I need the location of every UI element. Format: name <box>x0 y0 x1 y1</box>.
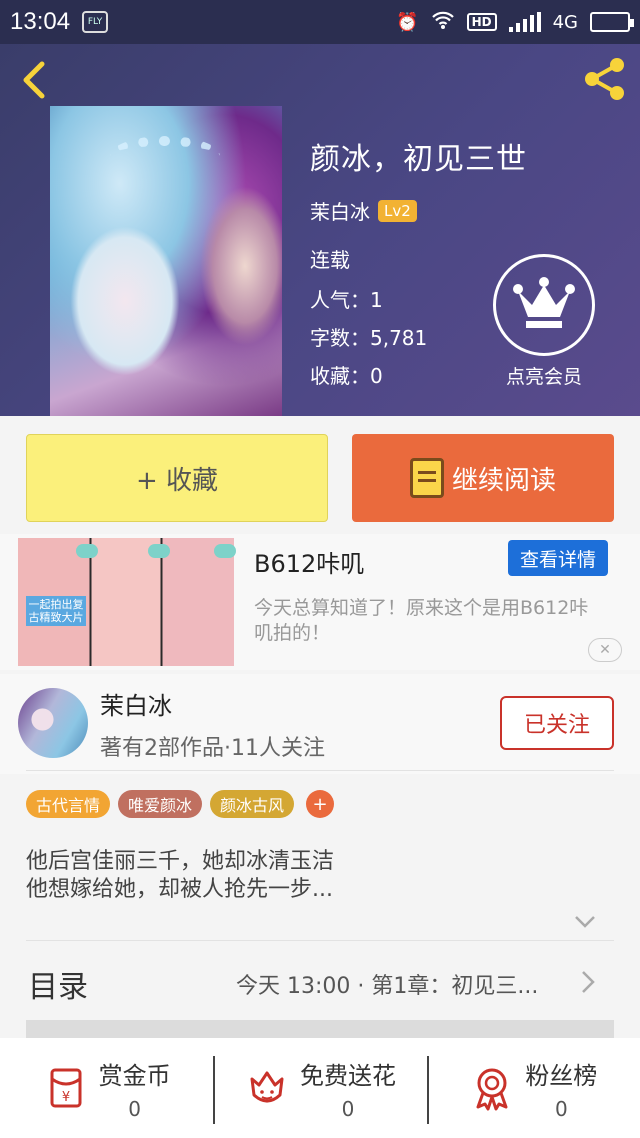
cover-figure-right <box>200 186 282 346</box>
favorites-value: 0 <box>370 364 383 388</box>
ad-title[interactable]: B612咔叽 <box>254 544 364 579</box>
alarm-icon: ⏰ <box>396 11 419 33</box>
tag-list: 古代言情 唯爱颜冰 颜冰古风 + <box>26 790 335 818</box>
cover-figure-left <box>70 226 180 376</box>
description-line: 他想嫁给她，却被人抢先一步... <box>26 877 333 902</box>
fly-app-icon: FLY <box>82 11 109 33</box>
description-line: 他后宫佳丽三千，她却冰清玉洁 <box>26 849 335 874</box>
svg-text:¥: ¥ <box>62 1090 70 1105</box>
fans-label: 粉丝榜 <box>525 1061 598 1090</box>
author-card-name[interactable]: 茉白冰 <box>100 686 172 721</box>
ad-image[interactable]: 一起拍出复古精致大片 <box>18 538 236 666</box>
divider <box>26 770 614 771</box>
signal-icon <box>508 12 541 32</box>
book-description: 他后宫佳丽三千，她却冰清玉洁 他想嫁给她，却被人抢先一步... <box>26 848 614 904</box>
medal-icon <box>476 1068 508 1111</box>
status-bar: 13:04 FLY ⏰ HD 4G <box>0 0 640 44</box>
add-tag-button[interactable]: + <box>306 790 335 818</box>
ad-image-caption: 一起拍出复古精致大片 <box>26 596 86 626</box>
vip-crown-button[interactable] <box>493 254 595 356</box>
add-favorite-button[interactable]: + 收藏 <box>26 434 328 522</box>
tag-item[interactable]: 唯爱颜冰 <box>118 790 203 818</box>
divider <box>26 940 614 941</box>
continue-reading-button[interactable]: 继续阅读 <box>352 434 614 522</box>
book-icon <box>409 458 444 498</box>
book-title: 颜冰，初见三世 <box>310 142 527 177</box>
author-line: 茉白冰 Lv2 <box>310 196 417 225</box>
author-avatar[interactable] <box>18 688 88 758</box>
author-card-subtitle: 著有2部作品·11人关注 <box>100 736 325 761</box>
vip-label[interactable]: 点亮会员 <box>480 362 608 389</box>
ad-description[interactable]: 今天总算知道了！原来这个是用B612咔叽拍的！ <box>254 596 594 646</box>
crown-icon <box>513 277 575 328</box>
ad-close-icon[interactable]: ✕ <box>588 638 622 662</box>
reward-count: 0 <box>128 1096 142 1121</box>
flowers-count: 0 <box>341 1096 355 1121</box>
hd-icon: HD <box>466 13 497 31</box>
word-count-stat: 字数：5,781 <box>310 322 427 351</box>
back-icon[interactable] <box>18 60 48 100</box>
latest-chapter[interactable]: 今天 13:00 · 第1章：初见三... <box>236 968 576 1000</box>
flowers-label: 免费送花 <box>299 1061 396 1090</box>
popularity-label: 人气： <box>310 288 370 312</box>
catalog-label[interactable]: 目录 <box>28 962 88 1006</box>
favorites-stat: 收藏：0 <box>310 360 383 389</box>
ad-view-details-button[interactable]: 查看详情 <box>508 540 608 576</box>
cover-crown <box>110 136 220 176</box>
share-icon[interactable] <box>582 56 628 102</box>
followed-button[interactable]: 已关注 <box>500 696 614 750</box>
battery-icon <box>590 12 634 32</box>
reward-label: 赏金币 <box>98 1061 171 1090</box>
favorites-label: 收藏： <box>310 364 370 388</box>
chevron-right-icon[interactable] <box>580 968 596 1003</box>
free-flowers-button[interactable]: 免费送花 0 <box>213 1038 426 1138</box>
network-type: 4G <box>552 11 578 33</box>
popularity-value: 1 <box>370 288 383 312</box>
reward-coins-button[interactable]: ¥ 赏金币 0 <box>0 1038 213 1138</box>
word-count-value: 5,781 <box>370 326 428 350</box>
level-badge: Lv2 <box>378 199 417 222</box>
wifi-icon <box>431 10 455 35</box>
fans-ranking-button[interactable]: 粉丝榜 0 <box>426 1038 640 1138</box>
serial-status: 连载 <box>310 248 350 272</box>
expand-chevron-icon[interactable] <box>572 908 598 934</box>
continue-reading-label: 继续阅读 <box>451 465 556 496</box>
flower-icon <box>250 1071 284 1103</box>
red-envelope-icon: ¥ <box>50 1068 82 1108</box>
tag-item[interactable]: 颜冰古风 <box>210 790 295 818</box>
popularity-stat: 人气：1 <box>310 284 383 313</box>
fans-count: 0 <box>554 1096 568 1121</box>
word-count-label: 字数： <box>310 326 370 350</box>
section-separator <box>26 1020 614 1038</box>
tag-item[interactable]: 古代言情 <box>26 790 111 818</box>
status-time: 13:04 <box>10 8 71 35</box>
book-author[interactable]: 茉白冰 <box>310 196 370 225</box>
bottom-action-bar: ¥ 赏金币 0 免费送花 0 粉丝榜 0 <box>0 1038 640 1138</box>
book-cover-image[interactable] <box>50 106 282 416</box>
